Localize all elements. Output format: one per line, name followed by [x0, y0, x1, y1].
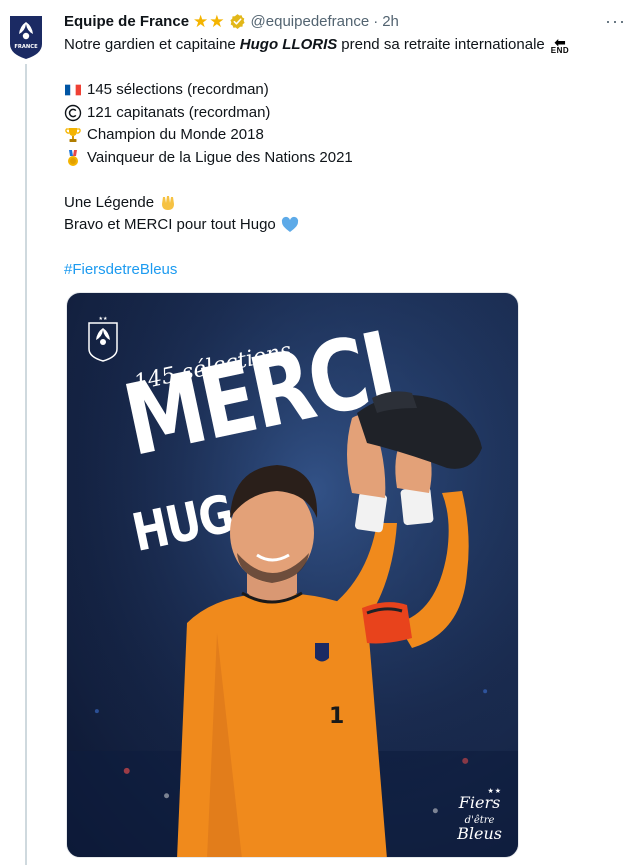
end-label: END [550, 46, 570, 56]
stat-line-world-cup: Champion du Monde 2018 [64, 124, 629, 147]
separator: · [373, 12, 379, 30]
text-before: Notre gardien et capitaine [64, 36, 236, 53]
star-icon: ★ [193, 11, 209, 31]
author-handle[interactable]: @equipedefrance [251, 13, 370, 30]
text-after: prend sa retraite internationale [341, 36, 545, 53]
fiers-detre-bleus-logo: ★★ Fiers d'être Bleus [457, 787, 502, 843]
verified-badge-icon[interactable] [229, 13, 246, 30]
medal-icon [64, 149, 82, 167]
end-arrow-icon: ⬅ END [550, 34, 570, 56]
timestamp[interactable]: 2h [382, 13, 399, 30]
stat-text: 145 sélections (recordman) [87, 81, 269, 98]
stat-line-captaincies: 121 capitanats (recordman) [64, 102, 629, 125]
hashtag-link[interactable]: #FiersdetreBleus [64, 259, 177, 282]
stat-line-selections: 145 sélections (recordman) [64, 79, 629, 102]
more-options-icon[interactable]: ··· [605, 12, 626, 30]
stat-text: Champion du Monde 2018 [87, 126, 264, 143]
author-name[interactable]: Equipe de France [64, 13, 189, 30]
bravo-line: Bravo et MERCI pour tout Hugo [64, 214, 629, 237]
trophy-icon [64, 126, 82, 144]
france-flag-icon [64, 81, 82, 99]
star-icon: ★ [209, 11, 225, 31]
avatar-label: FRANCE [14, 44, 38, 50]
bravo-text: Bravo et MERCI pour tout Hugo [64, 216, 276, 233]
hashtag-line: #FiersdetreBleus [64, 259, 629, 282]
avatar[interactable]: FRANCE [8, 14, 44, 60]
player-name-emphasis: Hugo LLORIS [239, 36, 338, 53]
raised-hands-icon [159, 194, 177, 212]
goalkeeper-figure: 1 [177, 391, 482, 857]
tweet-text: Notre gardien et capitaine Hugo LLORIS p… [64, 34, 629, 282]
stat-text: Vainqueur de la Ligue des Nations 2021 [87, 148, 353, 166]
copyright-icon [64, 104, 82, 122]
legend-line: Une Légende [64, 192, 629, 215]
tweet-media-image[interactable]: ★★ 145 sélections MERCI HUGO 1 ★★ Fiers … [66, 292, 519, 858]
blue-heart-icon [281, 216, 299, 234]
tweet-line-1: Notre gardien et capitaine Hugo LLORIS p… [64, 34, 629, 57]
stat-line-nations-league: Vainqueur de la Ligue des Nations 2021 [64, 147, 629, 170]
stat-text: 121 capitanats (recordman) [87, 103, 271, 121]
tweet-header: Equipe de France ★ ★ @equipedefrance · 2… [64, 10, 399, 32]
stars-badge: ★ ★ [193, 13, 225, 30]
legend-text: Une Légende [64, 193, 155, 211]
thread-line [25, 64, 27, 865]
svg-text:1: 1 [329, 704, 344, 729]
